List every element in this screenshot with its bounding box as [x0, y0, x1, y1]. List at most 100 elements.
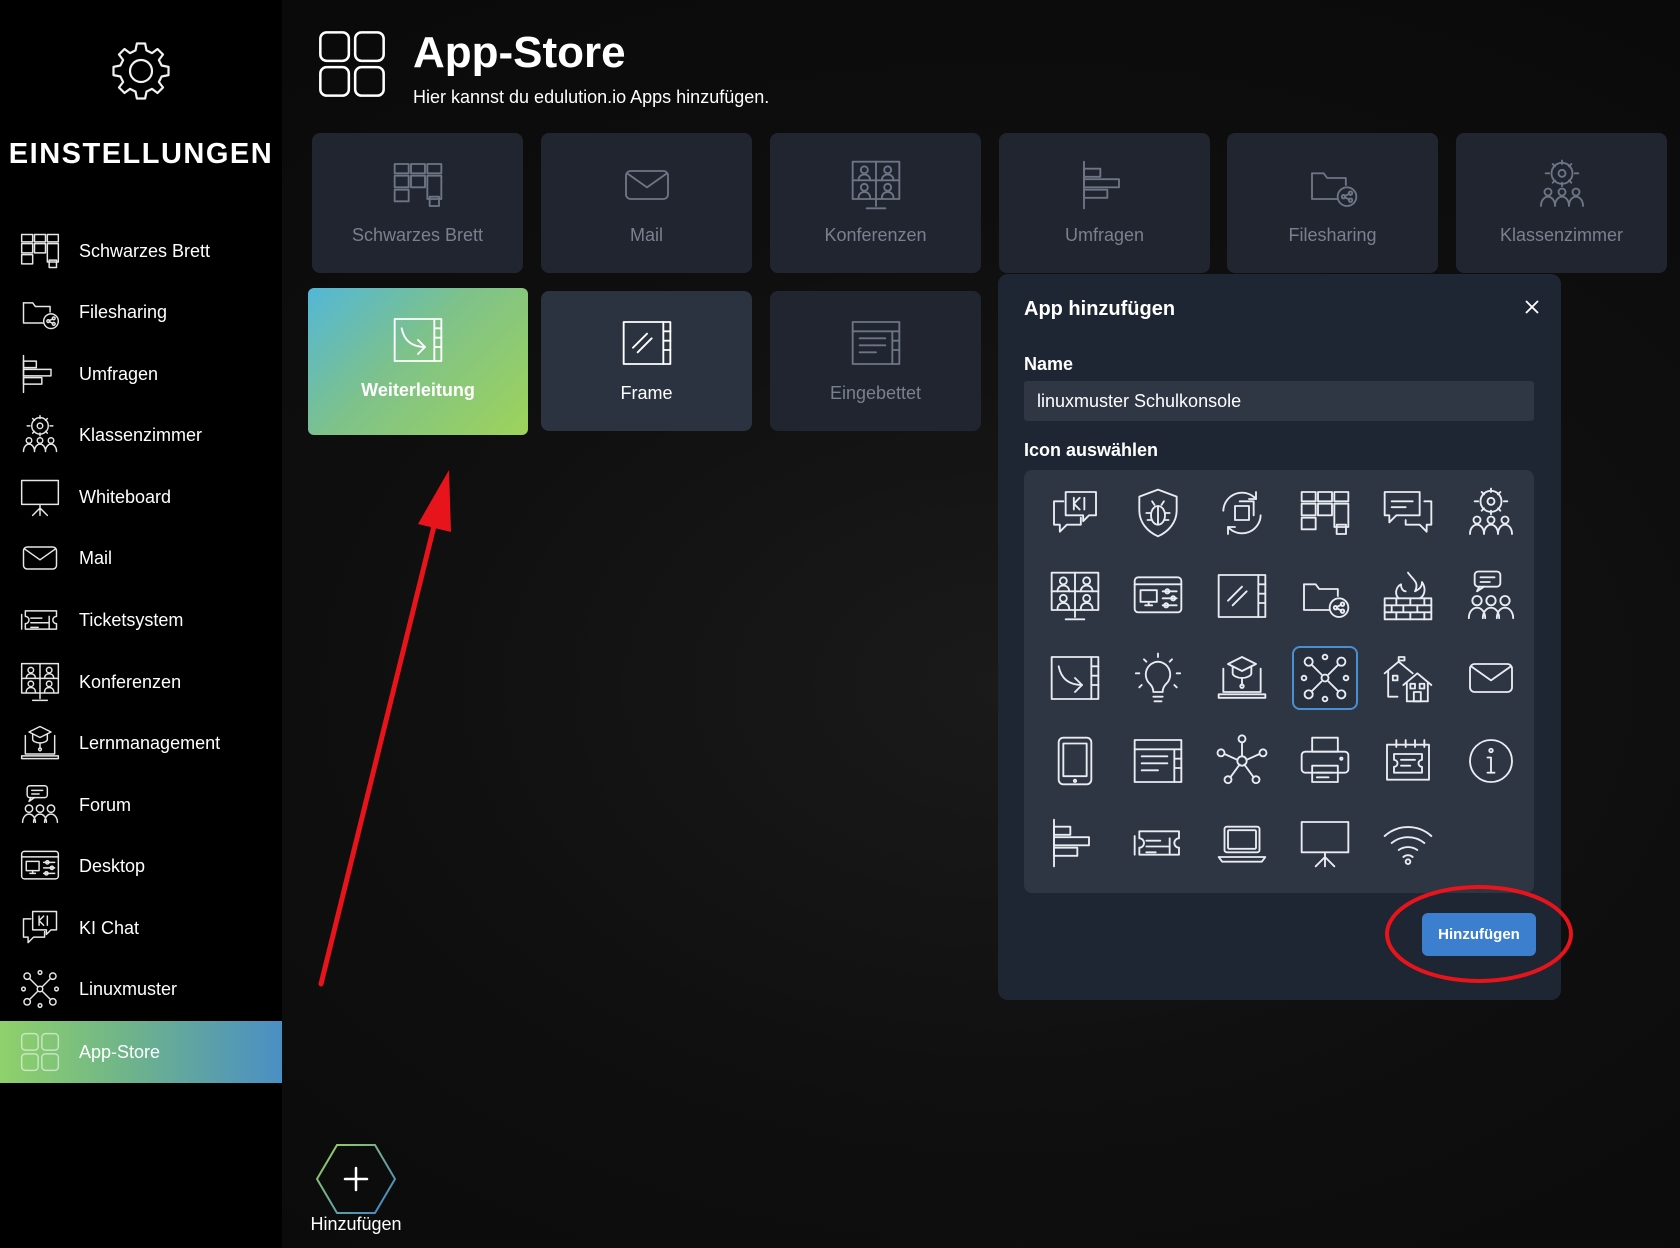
folder-share-icon[interactable] — [1292, 564, 1358, 628]
annotation-arrowhead — [418, 470, 451, 532]
folder-share-icon — [1303, 157, 1363, 213]
network-icon — [18, 967, 62, 1011]
sidebar-item-konferenzen[interactable]: Konferenzen — [0, 651, 282, 713]
sidebar-item-schwarzes-brett[interactable]: Schwarzes Brett — [0, 220, 282, 282]
app-grid-icon — [18, 1030, 62, 1074]
sidebar-item-ticketsystem[interactable]: Ticketsystem — [0, 589, 282, 651]
desktop-icon — [18, 844, 62, 888]
frame-icon — [617, 315, 677, 371]
app-tile-label: Klassenzimmer — [1499, 225, 1624, 245]
classroom-icon — [1532, 157, 1592, 213]
learning-management-icon — [18, 721, 62, 765]
forward-icon — [388, 312, 448, 368]
name-input[interactable] — [1024, 381, 1534, 421]
whiteboard-icon[interactable] — [1292, 811, 1358, 875]
app-tile-label: Frame — [620, 383, 673, 403]
add-button[interactable] — [315, 1143, 397, 1215]
sidebar-item-forum[interactable]: Forum — [0, 774, 282, 836]
conference-icon[interactable] — [1042, 564, 1108, 628]
chat-icon[interactable] — [1375, 481, 1441, 545]
sidebar-item-label: Schwarzes Brett — [79, 240, 211, 261]
sidebar: EINSTELLUNGEN Schwarzes Brett Filesharin… — [0, 0, 282, 1248]
school-house-icon[interactable] — [1375, 646, 1441, 710]
conference-icon — [18, 660, 62, 704]
desktop-icon[interactable] — [1125, 564, 1191, 628]
sidebar-item-label: Konferenzen — [79, 671, 182, 692]
sidebar-item-label: Klassenzimmer — [79, 424, 203, 445]
annotation-arrow — [318, 523, 437, 987]
shield-bug-icon[interactable] — [1125, 481, 1191, 545]
sidebar-item-label: KI Chat — [79, 917, 140, 938]
sidebar-item-label: Mail — [79, 547, 113, 568]
sidebar-item-desktop[interactable]: Desktop — [0, 835, 282, 897]
app-tile-konferenzen[interactable]: Konferenzen — [770, 133, 981, 273]
app-tile-label: Schwarzes Brett — [351, 225, 484, 245]
ticket-icon — [18, 598, 62, 642]
whiteboard-icon — [18, 475, 62, 519]
learning-management-icon[interactable] — [1209, 646, 1275, 710]
app-tile-mail[interactable]: Mail — [541, 133, 752, 273]
sidebar-item-whiteboard[interactable]: Whiteboard — [0, 466, 282, 528]
bar-chart-icon — [1075, 157, 1135, 213]
app-tile-label: Weiterleitung — [361, 380, 475, 400]
info-icon[interactable] — [1458, 729, 1524, 793]
ai-chat-icon — [18, 906, 62, 950]
conference-icon — [846, 157, 906, 213]
app-tile-filesharing[interactable]: Filesharing — [1227, 133, 1438, 273]
icon-picker — [1024, 470, 1534, 893]
forum-icon[interactable] — [1458, 564, 1524, 628]
bar-chart-icon — [18, 352, 62, 396]
app-tile-label: Filesharing — [1288, 225, 1377, 245]
sidebar-title: EINSTELLUNGEN — [8, 138, 274, 170]
sidebar-item-mail[interactable]: Mail — [0, 527, 282, 589]
kanban-board-icon — [18, 229, 62, 273]
app-tile-umfragen[interactable]: Umfragen — [999, 133, 1210, 273]
sync-icon[interactable] — [1209, 481, 1275, 545]
sidebar-item-lernmanagement[interactable]: Lernmanagement — [0, 712, 282, 774]
classroom-icon[interactable] — [1458, 481, 1524, 545]
calendar-ticket-icon[interactable] — [1375, 729, 1441, 793]
ticket-icon[interactable] — [1125, 811, 1191, 875]
lightbulb-icon[interactable] — [1125, 646, 1191, 710]
mail-icon[interactable] — [1458, 646, 1524, 710]
sidebar-item-app-store[interactable]: App-Store — [0, 1021, 282, 1083]
sidebar-item-filesharing[interactable]: Filesharing — [0, 281, 282, 343]
app-tile-schwarzes-brett[interactable]: Schwarzes Brett — [312, 133, 523, 273]
wifi-icon[interactable] — [1375, 811, 1441, 875]
add-app-submit-button[interactable]: Hinzufügen — [1422, 913, 1536, 956]
laptop-icon[interactable] — [1209, 811, 1275, 875]
gear-icon — [108, 38, 174, 104]
icon-select-label: Icon auswählen — [1024, 440, 1159, 460]
sidebar-item-linuxmuster[interactable]: Linuxmuster — [0, 958, 282, 1020]
app-tile-weiterleitung[interactable]: Weiterleitung — [308, 288, 528, 435]
embed-icon[interactable] — [1125, 729, 1191, 793]
kanban-board-icon[interactable] — [1292, 481, 1358, 545]
network-icon[interactable] — [1292, 646, 1358, 710]
sidebar-item-label: Forum — [79, 794, 132, 815]
page-title: App-Store — [413, 28, 626, 77]
app-tile-klassenzimmer[interactable]: Klassenzimmer — [1456, 133, 1667, 273]
ai-chat-icon[interactable] — [1042, 481, 1108, 545]
sidebar-item-label: Desktop — [79, 855, 146, 876]
sidebar-item-ki-chat[interactable]: KI Chat — [0, 897, 282, 959]
frame-icon[interactable] — [1209, 564, 1275, 628]
sidebar-item-klassenzimmer[interactable]: Klassenzimmer — [0, 404, 282, 466]
app-tile-eingebettet[interactable]: Eingebettet — [770, 291, 981, 431]
app-tile-label: Konferenzen — [824, 225, 927, 245]
bar-chart-icon[interactable] — [1042, 811, 1108, 875]
sidebar-item-umfragen[interactable]: Umfragen — [0, 343, 282, 405]
app-tile-label: Mail — [629, 225, 663, 245]
firewall-icon[interactable] — [1375, 564, 1441, 628]
printer-icon[interactable] — [1292, 729, 1358, 793]
app-grid-icon — [314, 26, 390, 102]
forward-icon[interactable] — [1042, 646, 1108, 710]
hub-icon[interactable] — [1209, 729, 1275, 793]
app-tile-frame[interactable]: Frame — [541, 291, 752, 431]
tablet-icon[interactable] — [1042, 729, 1108, 793]
add-button-label: Hinzufügen — [310, 1214, 402, 1234]
close-icon[interactable] — [1521, 296, 1543, 318]
sidebar-item-label: Ticketsystem — [79, 609, 184, 630]
sidebar-item-label: Lernmanagement — [79, 732, 221, 753]
name-label: Name — [1024, 354, 1074, 374]
sidebar-item-label: App-Store — [79, 1041, 161, 1062]
